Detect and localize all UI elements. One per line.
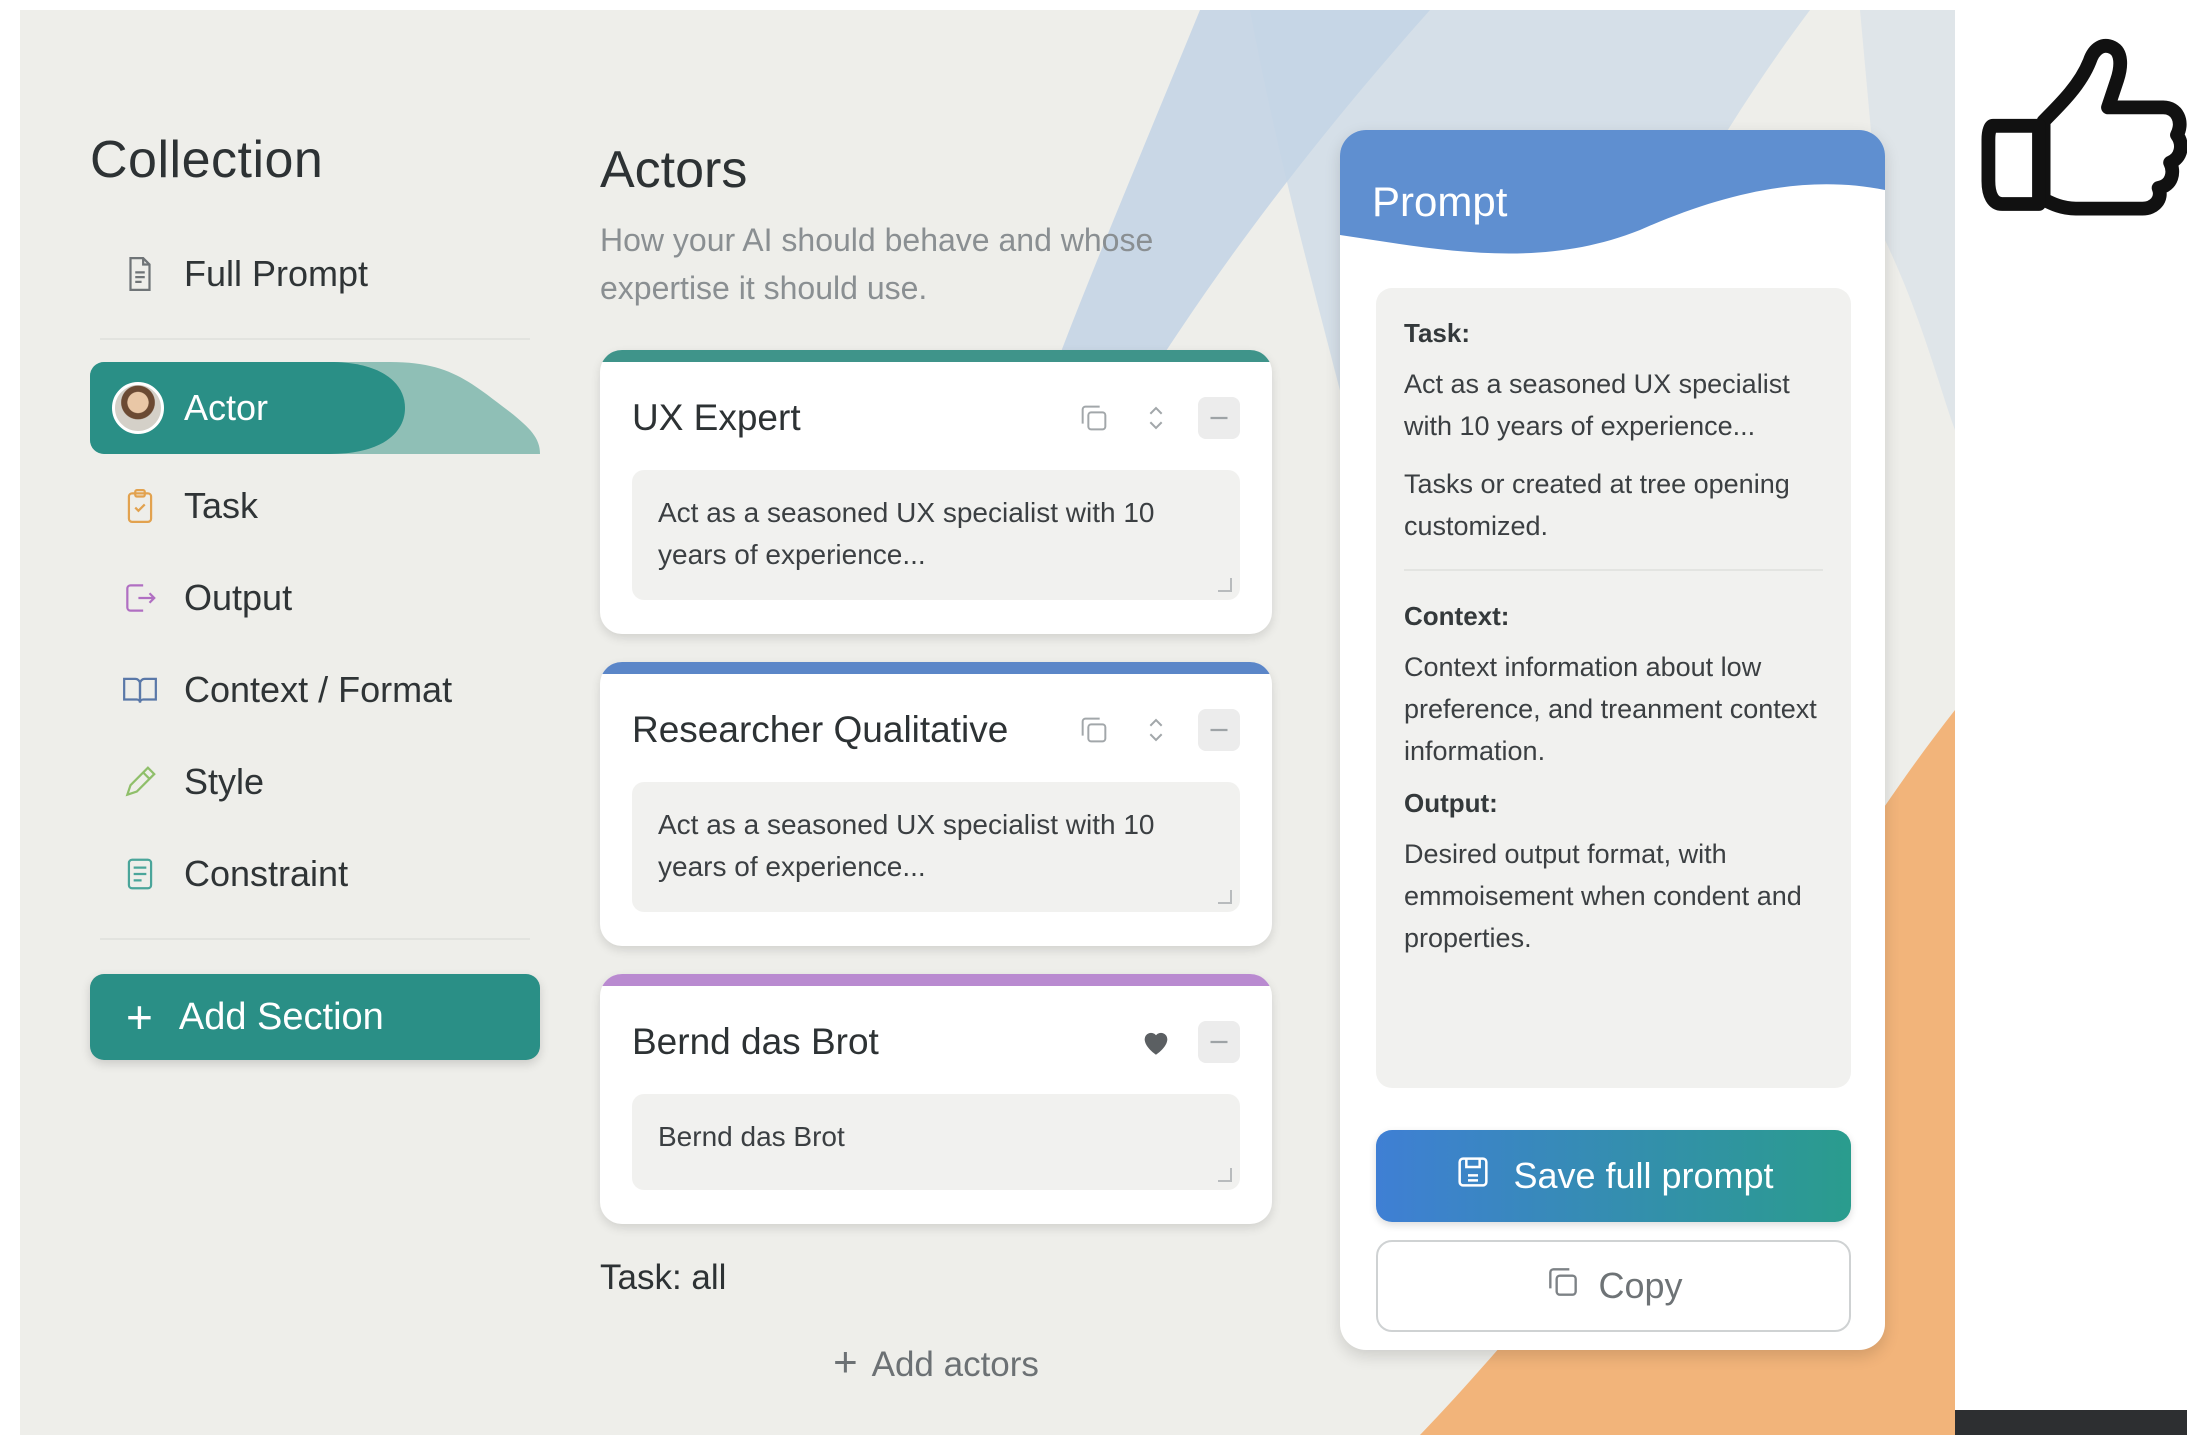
card-accent (600, 662, 1272, 674)
card-accent (600, 974, 1272, 986)
actor-card: UX Expert Act as a seasoned UX specialis… (600, 350, 1272, 634)
add-section-label: Add Section (178, 995, 384, 1038)
actors-subtitle: How your AI should behave and whose expe… (600, 222, 1154, 306)
task-text: Tasks or created at tree opening customi… (1404, 469, 1790, 541)
sidebar-item-context-format[interactable]: Context / Format (90, 644, 540, 736)
clipboard-check-icon (120, 486, 160, 526)
sidebar-item-label: Actor (184, 387, 269, 428)
sidebar-item-label: Style (184, 761, 265, 802)
add-actors-button[interactable]: + Add actors (600, 1338, 1272, 1386)
actor-text: Act as a seasoned UX specialist with 10 … (658, 809, 1155, 882)
resize-handle[interactable] (1218, 890, 1232, 904)
sidebar-item-full-prompt[interactable]: Full Prompt (90, 228, 540, 320)
actor-card: Researcher Qualitative Act as a seasoned… (600, 662, 1272, 946)
prompt-title: Prompt (1372, 178, 1508, 225)
document-icon (120, 254, 160, 294)
list-doc-icon (120, 854, 160, 894)
thumbs-up-icon (1960, 10, 2187, 260)
copy-label: Copy (1598, 1265, 1683, 1306)
sidebar-item-constraint[interactable]: Constraint (90, 828, 540, 920)
actor-text-field[interactable]: Bernd das Brot (632, 1094, 1240, 1190)
add-section-button[interactable]: + Add Section (90, 974, 540, 1060)
sidebar-title: Collection (90, 131, 324, 189)
pencil-icon (120, 762, 160, 802)
actor-text-field[interactable]: Act as a seasoned UX specialist with 10 … (632, 782, 1240, 912)
divider (1404, 569, 1823, 571)
output-heading: Output: (1404, 788, 1498, 818)
prompt-panel: Prompt Task: Act as a seasoned UX specia… (1340, 130, 1885, 1350)
actor-card: Bernd das Brot Bernd das Brot (600, 974, 1272, 1224)
export-icon (120, 578, 160, 618)
actor-text: Act as a seasoned UX specialist with 10 … (658, 497, 1155, 570)
plus-icon: + (126, 991, 153, 1043)
collection-sidebar: Collection Full Prompt Actor Task Output… (90, 130, 540, 1060)
sidebar-item-style[interactable]: Style (90, 736, 540, 828)
copy-button[interactable]: Copy (1376, 1240, 1851, 1332)
sidebar-item-label: Output (184, 577, 293, 618)
app-window: Collection Full Prompt Actor Task Output… (20, 10, 1955, 1435)
resize-handle[interactable] (1218, 578, 1232, 592)
actor-card-title: UX Expert (632, 397, 801, 438)
remove-button[interactable] (1198, 397, 1240, 439)
task-heading: Task: (1404, 318, 1470, 348)
task-filter[interactable]: Task: all (600, 1258, 1300, 1298)
sidebar-item-label: Full Prompt (184, 253, 369, 294)
sidebar-item-label: Constraint (184, 853, 349, 894)
corner-bar (1955, 1410, 2187, 1435)
actor-card-title: Bernd das Brot (632, 1021, 879, 1062)
actor-text-field[interactable]: Act as a seasoned UX specialist with 10 … (632, 470, 1240, 600)
add-actors-label: Add actors (871, 1345, 1039, 1384)
copy-icon (1544, 1263, 1582, 1310)
actor-text: Bernd das Brot (658, 1121, 845, 1152)
sidebar-item-task[interactable]: Task (90, 460, 540, 552)
sidebar-item-actor[interactable]: Actor (90, 362, 540, 454)
card-accent (600, 350, 1272, 362)
save-icon (1453, 1152, 1493, 1201)
output-text: Desired output format, with emmoisement … (1404, 839, 1802, 953)
avatar (112, 382, 164, 434)
task-text: Act as a seasoned UX specialist with 10 … (1404, 369, 1790, 441)
context-heading: Context: (1404, 601, 1510, 631)
divider (100, 938, 530, 940)
book-icon (120, 670, 160, 710)
sidebar-item-label: Task (184, 485, 259, 526)
sidebar-item-label: Context / Format (184, 669, 453, 710)
context-text: Context information about low preference… (1404, 652, 1817, 766)
save-full-prompt-button[interactable]: Save full prompt (1376, 1130, 1851, 1222)
sidebar-item-output[interactable]: Output (90, 552, 540, 644)
resize-handle[interactable] (1218, 1168, 1232, 1182)
remove-button[interactable] (1198, 1021, 1240, 1063)
actor-card-title: Researcher Qualitative (632, 709, 1009, 750)
remove-button[interactable] (1198, 709, 1240, 751)
heart-icon[interactable] (1136, 1022, 1176, 1062)
reorder-icon[interactable] (1136, 710, 1176, 750)
divider (100, 338, 530, 340)
save-label: Save full prompt (1513, 1155, 1774, 1196)
actors-column: Actors How your AI should behave and who… (600, 140, 1300, 1386)
plus-icon: + (833, 1338, 858, 1385)
prompt-preview: Task: Act as a seasoned UX specialist wi… (1376, 288, 1851, 1088)
reorder-icon[interactable] (1136, 398, 1176, 438)
duplicate-icon[interactable] (1074, 398, 1114, 438)
duplicate-icon[interactable] (1074, 710, 1114, 750)
actors-title: Actors (600, 141, 748, 199)
